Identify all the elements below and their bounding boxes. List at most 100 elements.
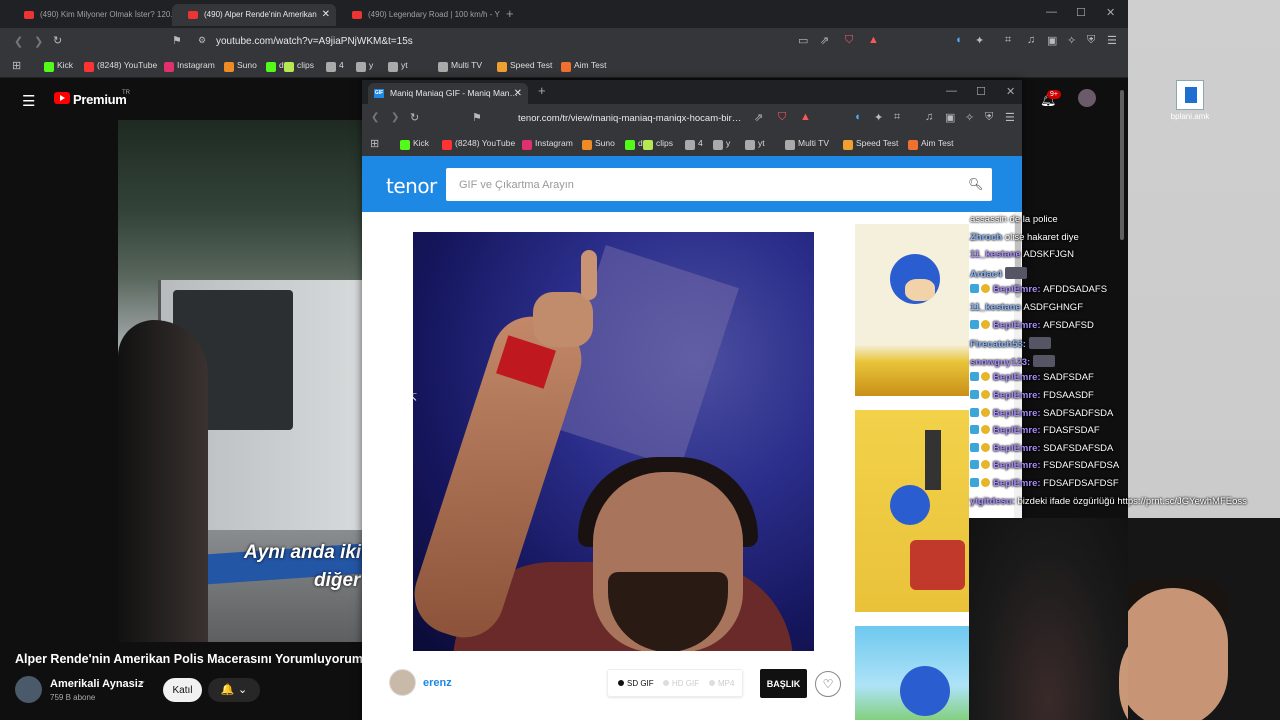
extension-audio-icon[interactable]: ◖ xyxy=(854,111,861,123)
tenor-logo[interactable]: tenor xyxy=(386,174,437,198)
vpn-icon[interactable]: ⛨ xyxy=(985,111,993,124)
maximize-icon[interactable]: ☐ xyxy=(1076,6,1086,19)
channel-avatar[interactable] xyxy=(15,676,42,703)
chat-username[interactable]: 11_kestane xyxy=(970,249,1023,260)
bookmark-item[interactable]: yt xyxy=(388,60,408,72)
share-icon[interactable]: ⇗ xyxy=(754,111,763,124)
screenshot-icon[interactable]: ⌗ xyxy=(894,111,900,124)
chat-username[interactable]: 11_kestane xyxy=(970,302,1023,313)
bookmark-item[interactable]: y xyxy=(356,60,373,72)
related-gif-thumbnail[interactable] xyxy=(855,410,969,612)
bookmark-item[interactable]: yt xyxy=(745,138,765,150)
related-gif-thumbnail[interactable] xyxy=(855,626,969,720)
wallet-icon[interactable]: ▣ xyxy=(1047,34,1057,47)
leo-ai-icon[interactable]: ✧ xyxy=(965,111,974,124)
minimize-icon[interactable]: — xyxy=(1046,6,1057,18)
share-icon[interactable]: ⇗ xyxy=(820,34,829,47)
maximize-icon[interactable]: ☐ xyxy=(976,85,986,98)
related-gif-thumbnail[interactable] xyxy=(855,224,969,396)
chat-username[interactable]: BeplEmre: xyxy=(993,443,1043,454)
menu-icon[interactable]: ☰ xyxy=(1005,111,1015,124)
chat-username[interactable]: yigitdesu: xyxy=(970,496,1018,507)
close-window-icon[interactable]: ✕ xyxy=(1106,6,1115,19)
youtube-premium-label[interactable]: Premium xyxy=(73,92,127,107)
brave-shield-icon[interactable]: ⛉ xyxy=(778,111,786,124)
chat-username[interactable]: BeplEmre: xyxy=(993,284,1043,295)
brave-rewards-icon[interactable]: ▲ xyxy=(800,111,811,123)
chat-username[interactable]: Firecatch53: xyxy=(970,339,1029,350)
bookmark-item[interactable]: clips xyxy=(643,138,673,150)
chat-username[interactable]: BeplEmre: xyxy=(993,408,1043,419)
bookmark-item[interactable]: Aim Test xyxy=(561,60,606,72)
bookmark-item[interactable]: Aim Test xyxy=(908,138,953,150)
bookmark-item[interactable]: Speed Test xyxy=(497,60,552,72)
menu-icon[interactable]: ☰ xyxy=(1107,34,1117,47)
screenshot-icon[interactable]: ⌗ xyxy=(1005,34,1011,47)
account-avatar[interactable] xyxy=(1078,89,1096,107)
bookmark-item[interactable]: Speed Test xyxy=(843,138,898,150)
youtube-logo-icon[interactable] xyxy=(54,92,70,104)
chat-username[interactable]: BeplEmre: xyxy=(993,478,1043,489)
channel-name[interactable]: Amerikali Aynasiz xyxy=(50,678,143,690)
bookmark-item[interactable]: Suno xyxy=(224,60,257,72)
extensions-icon[interactable]: ✦ xyxy=(874,111,883,124)
uploader-name[interactable]: erenz xyxy=(423,677,452,689)
bookmark-item[interactable]: 4 xyxy=(326,60,344,72)
brave-shield-icon[interactable]: ⛉ xyxy=(845,34,853,47)
new-tab-button[interactable]: + xyxy=(538,83,546,98)
chat-username[interactable]: Zhroch xyxy=(970,232,1005,243)
reload-icon[interactable]: ↻ xyxy=(410,111,419,124)
uploader-avatar[interactable] xyxy=(389,669,416,696)
chat-username[interactable]: BeplEmre: xyxy=(993,390,1043,401)
vpn-icon[interactable]: ⛨ xyxy=(1087,34,1095,47)
chat-username[interactable]: BeplEmre: xyxy=(993,460,1043,471)
caption-button[interactable]: BAŞLIK xyxy=(760,669,807,698)
bookmark-item[interactable]: Multi TV xyxy=(785,138,829,150)
wallet-icon[interactable]: ▣ xyxy=(945,111,955,124)
hamburger-menu-icon[interactable]: ☰ xyxy=(22,92,35,110)
forward-icon[interactable]: ❯ xyxy=(34,35,43,48)
chat-username[interactable]: BeplEmre: xyxy=(993,372,1043,383)
bookmark-item[interactable]: Kick xyxy=(44,60,73,72)
close-window-icon[interactable]: ✕ xyxy=(1006,85,1015,98)
bookmark-item[interactable]: Suno xyxy=(582,138,615,150)
join-button[interactable]: Katıl xyxy=(163,678,202,702)
format-option-mp4[interactable]: MP4 xyxy=(709,679,734,688)
minimize-icon[interactable]: — xyxy=(946,85,957,97)
search-icon[interactable]: 🔍︎ xyxy=(968,177,983,191)
format-option-hd-gif[interactable]: HD GIF xyxy=(663,679,699,688)
extensions-icon[interactable]: ✦ xyxy=(975,34,984,47)
desktop-file-icon[interactable]: bplani.amk xyxy=(1170,80,1210,121)
apps-grid-icon[interactable]: ⊞ xyxy=(370,137,379,150)
bookmark-item[interactable]: Multi TV xyxy=(438,60,482,72)
new-tab-button[interactable]: + xyxy=(506,6,514,21)
format-option-sd-gif[interactable]: SD GIF xyxy=(618,679,654,688)
bookmark-item[interactable]: clips xyxy=(284,60,314,72)
bookmark-item[interactable]: Instagram xyxy=(164,60,215,72)
tenor-search-input[interactable] xyxy=(446,168,992,201)
bookmark-icon[interactable]: ⚑ xyxy=(472,111,482,124)
reload-icon[interactable]: ↻ xyxy=(53,34,62,47)
extension-audio-icon[interactable]: ◖ xyxy=(955,34,962,46)
bookmark-item[interactable]: y xyxy=(713,138,730,150)
leo-ai-icon[interactable]: ✧ xyxy=(1067,34,1076,47)
bookmark-item[interactable]: d xyxy=(266,60,284,72)
bookmark-icon[interactable]: ⚑ xyxy=(172,34,182,47)
bookmark-item[interactable]: 4 xyxy=(685,138,703,150)
gif-viewer[interactable] xyxy=(413,232,814,651)
tab-kim-milyoner[interactable]: (490) Kim Milyoner Olmak İster? 120… xyxy=(8,4,172,26)
tab-maniq-gif[interactable]: GIF Maniq Maniaq GIF - Maniq Man… ✕ xyxy=(368,83,528,104)
chat-username[interactable]: snowguy123: xyxy=(970,357,1033,368)
tab-close-icon[interactable]: ✕ xyxy=(322,4,330,26)
brave-rewards-icon[interactable]: ▲ xyxy=(868,34,879,46)
bookmark-item[interactable]: Kick xyxy=(400,138,429,150)
bookmark-item[interactable]: (8248) YouTube xyxy=(442,138,515,150)
apps-grid-icon[interactable]: ⊞ xyxy=(12,59,21,72)
chat-username[interactable]: BeplEmre: xyxy=(993,425,1043,436)
subscription-bell-button[interactable]: 🔔 ⌄ xyxy=(208,678,260,702)
tab-close-icon[interactable]: ✕ xyxy=(514,83,522,104)
chat-username[interactable]: BeplEmre: xyxy=(993,320,1043,331)
bookmark-item[interactable]: Instagram xyxy=(522,138,573,150)
tab-alper-rende[interactable]: (490) Alper Rende'nin Amerikan ✕ xyxy=(172,4,336,26)
cast-icon[interactable]: ▭ xyxy=(798,34,808,47)
